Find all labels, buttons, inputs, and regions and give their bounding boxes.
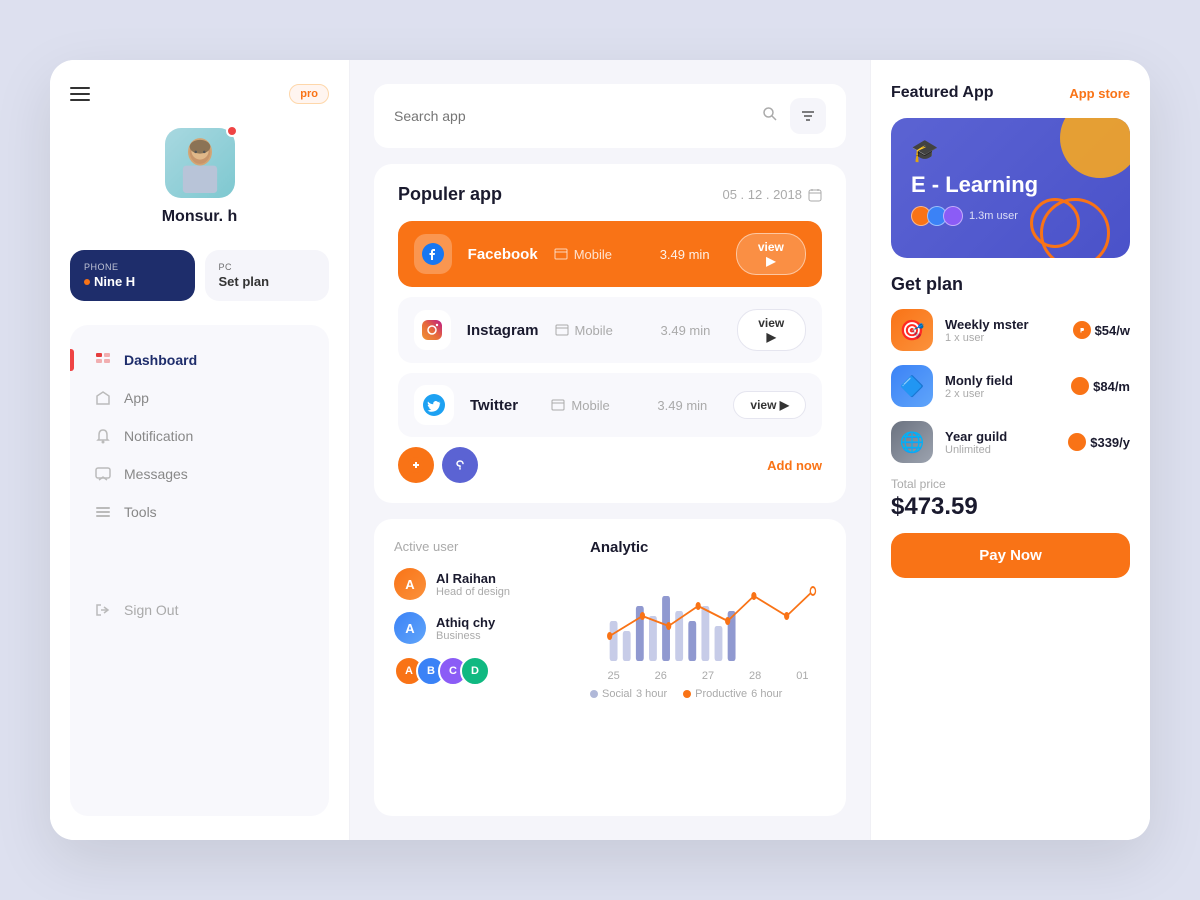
sidebar-item-dashboard[interactable]: Dashboard	[82, 341, 317, 379]
avatar-group: A B C D	[394, 656, 574, 686]
sidebar: pro Monsur. h	[50, 60, 350, 840]
user-row-2: A Athiq chy Business	[394, 612, 574, 644]
pay-now-button[interactable]: Pay Now	[891, 533, 1130, 578]
sidebar-item-notification[interactable]: Notification	[82, 417, 317, 455]
notification-icon	[94, 427, 112, 445]
avatar-small-4: D	[460, 656, 490, 686]
search-input[interactable]	[394, 108, 754, 124]
plan-item-monthly: 🔷 Monly field 2 x user $84/m	[891, 365, 1130, 407]
total-row: Total price $473.59 Pay Now	[891, 477, 1130, 578]
user-avatar-2: A	[394, 612, 426, 644]
user-name: Monsur. h	[162, 208, 238, 226]
instagram-icon	[414, 310, 451, 350]
user-profile: Monsur. h	[70, 128, 329, 226]
avatar	[165, 128, 235, 198]
signout-item[interactable]: Sign Out	[82, 591, 317, 629]
pro-badge: pro	[289, 84, 329, 104]
plan-icon-monthly: 🔷	[891, 365, 933, 407]
user-row-1: A Al Raihan Head of design	[394, 568, 574, 600]
add-now-button[interactable]: Add now	[767, 458, 822, 473]
featured-app-name: E - Learning	[911, 172, 1110, 198]
user-avatar-1: A	[394, 568, 426, 600]
chart-labels: 25 26 27 28 01	[590, 670, 826, 682]
popular-apps-section: Populer app 05 . 12 . 2018 Facebook Mobi…	[374, 164, 846, 503]
sidebar-item-app[interactable]: App	[82, 379, 317, 417]
plan-icon-weekly: 🎯	[891, 309, 933, 351]
app-row-twitter: Twitter Mobile 3.49 min view ▶	[398, 373, 822, 437]
active-users-col: Active user A Al Raihan Head of design A…	[394, 539, 574, 796]
app-row-instagram: Instagram Mobile 3.49 min view ▶	[398, 297, 822, 363]
dashboard-icon	[94, 351, 112, 369]
featured-header: Featured App App store	[891, 84, 1130, 102]
total-price: $473.59	[891, 493, 1130, 521]
plan-icon-yearly: 🌐	[891, 421, 933, 463]
chart-area	[590, 566, 826, 666]
filter-button[interactable]	[790, 98, 826, 134]
signout-icon	[94, 601, 112, 619]
view-twitter-button[interactable]: view ▶	[733, 391, 806, 419]
app-icon	[94, 389, 112, 407]
plan-price-icon-3	[1068, 433, 1086, 451]
analytics-card: Active user A Al Raihan Head of design A…	[374, 519, 846, 816]
pc-plan-card[interactable]: PC Set plan	[205, 250, 330, 301]
online-indicator	[226, 125, 238, 137]
add-app-circle-1[interactable]	[398, 447, 434, 483]
search-icon	[762, 106, 778, 127]
chart-legend: Social 3 hour Productive 6 hour	[590, 688, 826, 700]
plan-item-weekly: 🎯 Weekly mster 1 x user $54/w	[891, 309, 1130, 351]
plan-row: PHONE Nine H PC Set plan	[70, 250, 329, 301]
view-instagram-button[interactable]: view ▶	[737, 309, 807, 351]
view-facebook-button[interactable]: view ▶	[736, 233, 806, 275]
twitter-icon	[414, 385, 454, 425]
app-store-link[interactable]: App store	[1069, 86, 1130, 101]
right-panel: Featured App App store 🎓 E - Learning 1.…	[870, 60, 1150, 840]
hamburger-menu[interactable]	[70, 87, 90, 101]
plan-price-icon-2	[1071, 377, 1089, 395]
nav-section: Dashboard App Notification Messages	[70, 325, 329, 816]
sidebar-item-tools[interactable]: Tools	[82, 493, 317, 531]
add-app-circle-2[interactable]	[442, 447, 478, 483]
messages-icon	[94, 465, 112, 483]
search-bar	[374, 84, 846, 148]
sidebar-item-messages[interactable]: Messages	[82, 455, 317, 493]
main-content: Populer app 05 . 12 . 2018 Facebook Mobi…	[350, 60, 870, 840]
analytic-col: Analytic	[590, 539, 826, 796]
add-apps-row: Add now	[398, 447, 822, 483]
app-row-facebook: Facebook Mobile 3.49 min view ▶	[398, 221, 822, 287]
plan-price-icon-1	[1073, 321, 1091, 339]
featured-card: 🎓 E - Learning 1.3m user	[891, 118, 1130, 258]
facebook-icon	[414, 234, 452, 274]
bottom-section: Active user A Al Raihan Head of design A…	[374, 519, 846, 816]
get-plan-section: Get plan 🎯 Weekly mster 1 x user $54/w 🔷	[891, 274, 1130, 578]
phone-plan-card[interactable]: PHONE Nine H	[70, 250, 195, 301]
popular-date: 05 . 12 . 2018	[722, 187, 822, 202]
popular-title: Populer app	[398, 184, 502, 205]
tools-icon	[94, 503, 112, 521]
plan-item-yearly: 🌐 Year guild Unlimited $339/y	[891, 421, 1130, 463]
